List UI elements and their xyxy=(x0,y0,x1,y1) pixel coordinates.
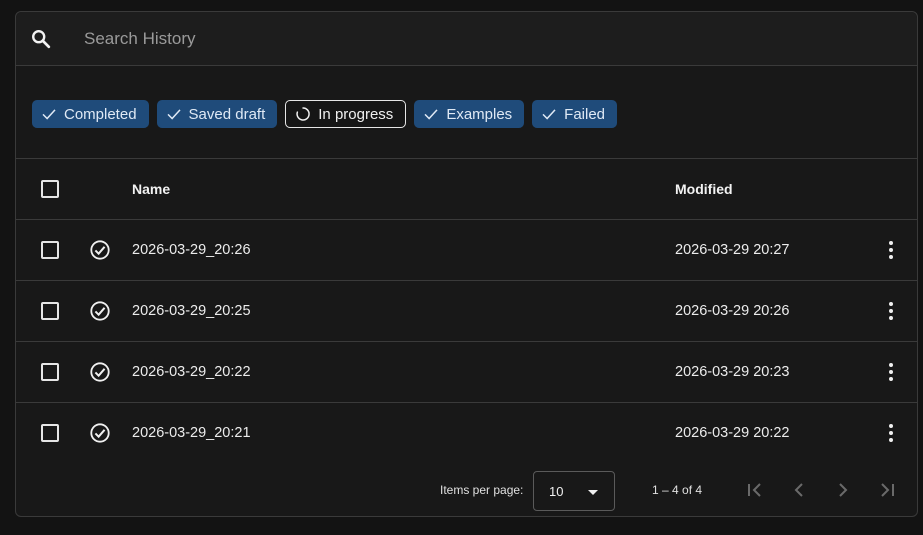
column-header-modified[interactable]: Modified xyxy=(675,181,733,197)
spinner-icon xyxy=(296,107,311,121)
page-range-label: 1 – 4 of 4 xyxy=(652,483,703,497)
check-icon xyxy=(424,109,438,120)
check-circle-icon xyxy=(90,240,110,260)
search-bar xyxy=(16,12,917,66)
more-vert-icon[interactable] xyxy=(881,239,901,261)
history-panel: Completed Saved draft In progress Exampl… xyxy=(15,11,918,517)
column-header-name[interactable]: Name xyxy=(132,181,170,197)
check-icon xyxy=(167,109,181,120)
table-row[interactable]: 2026-03-29_20:25 2026-03-29 20:26 xyxy=(16,280,917,341)
chip-label: Completed xyxy=(64,105,137,123)
row-modified: 2026-03-29 20:26 xyxy=(675,303,790,319)
row-checkbox[interactable] xyxy=(41,424,59,442)
more-vert-icon[interactable] xyxy=(881,300,901,322)
row-modified: 2026-03-29 20:22 xyxy=(675,425,790,441)
more-vert-icon[interactable] xyxy=(881,361,901,383)
dropdown-arrow-icon xyxy=(588,490,598,495)
filter-chip-examples[interactable]: Examples xyxy=(414,100,525,128)
filter-chip-completed[interactable]: Completed xyxy=(32,100,149,128)
row-modified: 2026-03-29 20:23 xyxy=(675,364,790,380)
row-modified: 2026-03-29 20:27 xyxy=(675,242,790,258)
check-circle-icon xyxy=(90,423,110,443)
filter-chip-failed[interactable]: Failed xyxy=(532,100,618,128)
table-row[interactable]: 2026-03-29_20:21 2026-03-29 20:22 xyxy=(16,402,917,463)
more-vert-icon[interactable] xyxy=(881,422,901,444)
row-checkbox[interactable] xyxy=(41,241,59,259)
chip-label: Examples xyxy=(446,105,513,123)
chip-label: Failed xyxy=(564,105,606,123)
table-row[interactable]: 2026-03-29_20:22 2026-03-29 20:23 xyxy=(16,341,917,402)
history-table: Name Modified 2026-03-29_20:26 2026-03-2… xyxy=(16,158,917,463)
check-circle-icon xyxy=(90,301,110,321)
filter-chip-saved-draft[interactable]: Saved draft xyxy=(156,100,278,128)
search-icon[interactable] xyxy=(30,28,52,50)
search-input[interactable] xyxy=(84,24,884,54)
row-checkbox[interactable] xyxy=(41,363,59,381)
first-page-icon[interactable] xyxy=(743,478,767,502)
table-row[interactable]: 2026-03-29_20:26 2026-03-29 20:27 xyxy=(16,219,917,280)
check-icon xyxy=(542,109,556,120)
check-circle-icon xyxy=(90,362,110,382)
table-header-row: Name Modified xyxy=(16,158,917,219)
check-icon xyxy=(42,109,56,120)
page-size-select[interactable]: 10 xyxy=(533,471,615,511)
row-name: 2026-03-29_20:25 xyxy=(132,303,251,319)
chip-label: In progress xyxy=(318,105,394,123)
page-size-value: 10 xyxy=(549,484,564,499)
row-name: 2026-03-29_20:22 xyxy=(132,364,251,380)
items-per-page-label: Items per page: xyxy=(440,483,524,497)
row-name: 2026-03-29_20:26 xyxy=(132,242,251,258)
chip-label: Saved draft xyxy=(188,105,266,123)
row-checkbox[interactable] xyxy=(41,302,59,320)
previous-page-icon[interactable] xyxy=(787,478,811,502)
last-page-icon[interactable] xyxy=(875,478,899,502)
select-all-checkbox[interactable] xyxy=(41,180,59,198)
filter-chips: Completed Saved draft In progress Exampl… xyxy=(32,100,618,130)
row-name: 2026-03-29_20:21 xyxy=(132,425,251,441)
paginator: Items per page: 10 1 – 4 of 4 xyxy=(16,464,917,516)
filter-chip-in-progress[interactable]: In progress xyxy=(285,100,407,128)
next-page-icon[interactable] xyxy=(831,478,855,502)
